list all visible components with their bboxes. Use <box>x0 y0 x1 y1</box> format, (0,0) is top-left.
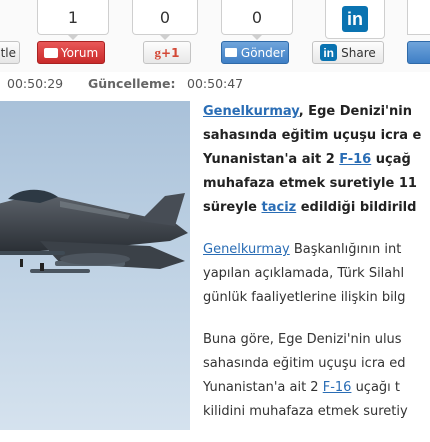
gplus-label: +1 <box>161 45 180 60</box>
updated-label: Güncelleme: <box>88 76 176 91</box>
article-body: Genelkurmay, Ege Denizi'nin sahasında eğ… <box>203 100 430 442</box>
gonder-count: 0 <box>221 0 293 40</box>
linkedin-small-icon: in <box>320 44 338 61</box>
gplus-button[interactable]: g +1 <box>143 41 191 64</box>
linkedin-share-label: Share <box>341 45 376 60</box>
link-genelkurmay[interactable]: Genelkurmay <box>203 104 299 119</box>
yorum-label: Yorum <box>60 45 99 60</box>
fighter-jet-image <box>0 101 190 430</box>
comment-icon <box>43 47 58 58</box>
linkedin-badge[interactable]: in <box>325 0 385 39</box>
published-time: 00:50:29 <box>7 76 64 91</box>
link-genelkurmay-2[interactable]: Genelkurmay <box>203 242 290 257</box>
linkedin-share-button[interactable]: in Share <box>312 41 384 64</box>
yorum-button[interactable]: Yorum <box>37 41 105 64</box>
yorum-count: 1 <box>37 0 109 40</box>
extra-count <box>407 0 430 35</box>
gonder-button[interactable]: Gönder <box>221 41 289 64</box>
tweet-button[interactable]: tle <box>0 41 20 64</box>
link-taciz[interactable]: taciz <box>262 200 297 215</box>
mail-icon <box>224 48 237 57</box>
tweet-label: tle <box>0 45 16 60</box>
linkedin-icon: in <box>342 6 368 32</box>
link-f16[interactable]: F-16 <box>339 152 371 167</box>
share-bar: tle 1 Yorum 0 g +1 0 Gönder in in Share <box>0 0 430 72</box>
link-f16-2[interactable]: F-16 <box>323 380 352 395</box>
paragraph-3: Buna göre, Ege Denizi'nin ulus sahasında… <box>203 332 408 419</box>
gonder-label: Gönder <box>240 45 286 60</box>
article-meta: 00:50:29 Güncelleme: 00:50:47 <box>0 74 430 94</box>
article-photo <box>0 101 190 430</box>
paragraph-2: Genelkurmay Başkanlığının int yapılan aç… <box>203 242 406 305</box>
paragraph-1: Genelkurmay, Ege Denizi'nin sahasında eğ… <box>203 104 422 215</box>
gplus-count: 0 <box>132 0 198 40</box>
updated-time: 00:50:47 <box>187 76 244 91</box>
extra-share-button[interactable] <box>407 41 430 64</box>
